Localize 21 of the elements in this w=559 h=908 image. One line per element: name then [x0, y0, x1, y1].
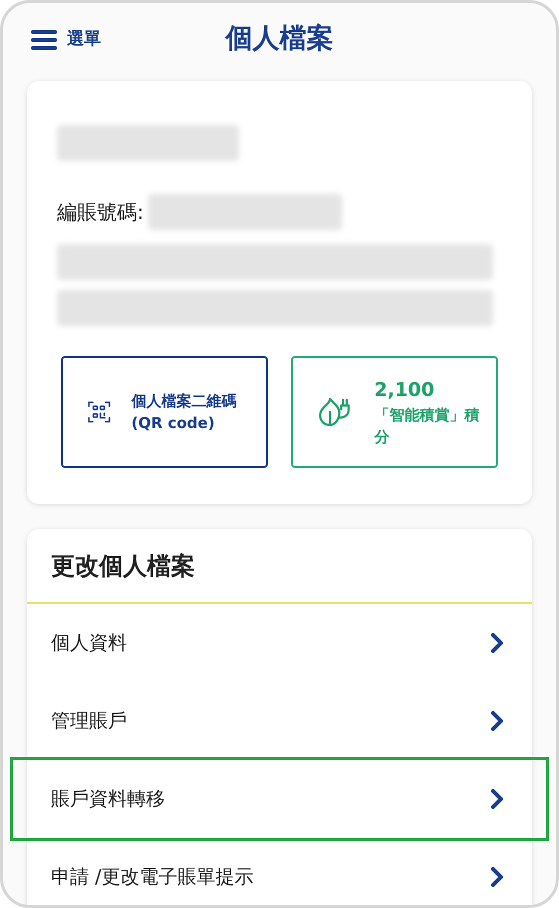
menu-row[interactable]: 個人資料: [27, 604, 532, 682]
menu-row[interactable]: 賬戶資料轉移: [13, 760, 546, 838]
button-label: 「智能積賞」積分: [374, 405, 480, 448]
row-label: 申請 /更改電子賬單提示: [51, 864, 254, 890]
chevron-right-icon: [490, 788, 504, 810]
menu-row[interactable]: 申請 /更改電子賬單提示: [27, 838, 532, 905]
account-number-label: 編賬號碼:: [57, 199, 144, 226]
chevron-right-icon: [490, 866, 504, 888]
points-value: 2,100: [374, 378, 436, 403]
chevron-right-icon: [490, 632, 504, 654]
row-label: 賬戶資料轉移: [51, 786, 165, 812]
page-title: 個人檔案: [226, 22, 334, 56]
row-label: 個人資料: [51, 630, 127, 656]
chevron-right-icon: [490, 710, 504, 732]
qr-code-button[interactable]: 個人檔案二維碼(QR code): [61, 356, 268, 468]
menu-button[interactable]: 選單: [31, 27, 101, 52]
menu-icon: [31, 28, 57, 51]
menu-row[interactable]: 管理賬戶: [27, 682, 532, 760]
button-label: 個人檔案二維碼(QR code): [131, 391, 238, 434]
row-label: 管理賬戶: [51, 708, 127, 734]
section-title: 更改個人檔案: [51, 550, 195, 582]
